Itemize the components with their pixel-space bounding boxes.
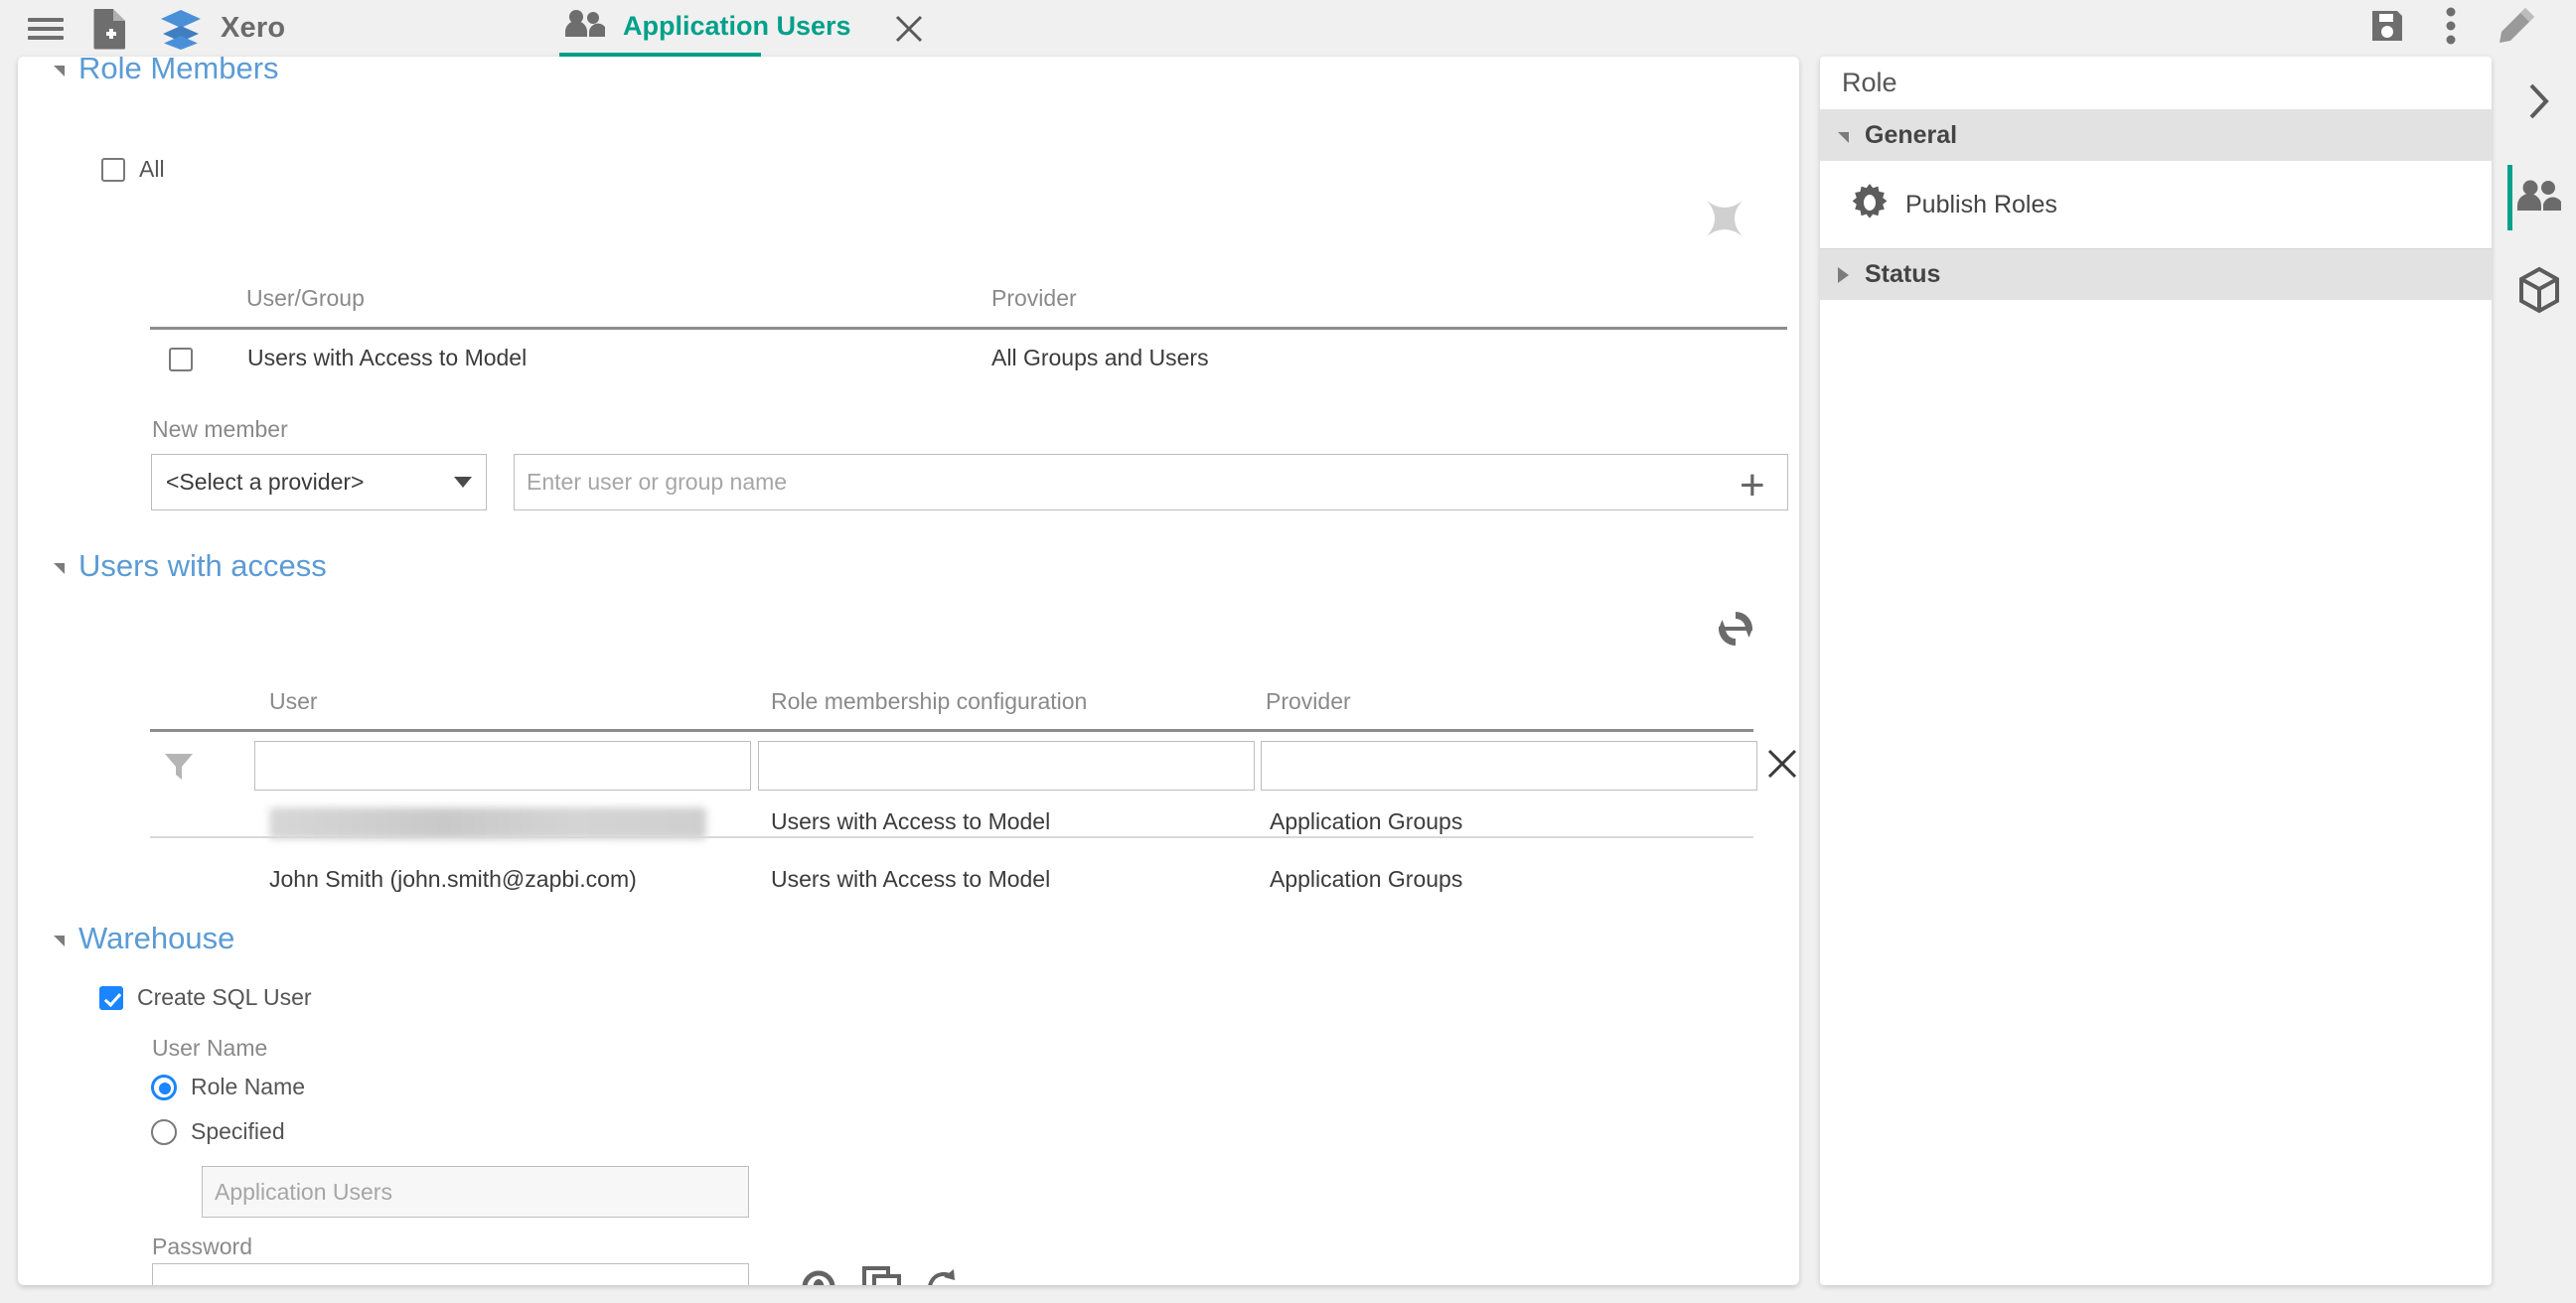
hamburger-menu-icon[interactable] [18,1,74,57]
row-provider: All Groups and Users [991,345,1209,371]
col-header-role-membership: Role membership configuration [771,688,1087,715]
all-checkbox[interactable] [101,158,125,182]
row-role-membership: Users with Access to Model [771,808,1050,835]
new-member-name-input[interactable] [514,454,1788,510]
gear-settings-icon [1850,183,1890,227]
provider-select-value: <Select a provider> [166,469,364,496]
more-vertical-icon[interactable] [2445,7,2457,50]
delete-x-icon[interactable] [1697,191,1752,251]
section-header-role-members[interactable]: Role Members [54,57,279,86]
group-label: Status [1865,260,1940,289]
row-provider: Application Groups [1270,808,1462,835]
row-user: John Smith (john.smith@zapbi.com) [269,866,637,893]
right-rail [2501,57,2576,1303]
col-header-provider: Provider [991,285,1077,312]
create-sql-user-label: Create SQL User [137,984,312,1011]
top-toolbar: Xero [0,0,2576,57]
filter-input-user[interactable] [254,741,751,791]
col-header-user: User [269,688,318,715]
eye-visibility-icon[interactable] [798,1270,839,1285]
properties-group-status[interactable]: Status [1820,248,2492,300]
sync-refresh-icon[interactable] [1714,607,1757,655]
rail-model-button[interactable] [2501,245,2576,340]
funnel-filter-icon[interactable] [162,750,196,789]
rail-users-button[interactable] [2501,151,2576,245]
col-header-provider: Provider [1266,688,1351,715]
group-label: General [1865,121,1957,150]
pencil-edit-icon[interactable] [2497,6,2536,51]
row-user-group: Users with Access to Model [247,345,527,371]
specified-radio[interactable] [151,1119,177,1145]
role-name-label: Role Name [191,1074,305,1100]
role-members-all-row[interactable]: All [101,156,165,183]
provider-select[interactable]: <Select a provider> [151,454,487,510]
row-divider [150,836,1753,838]
filter-input-provider[interactable] [1261,741,1757,791]
filter-row [150,736,1779,797]
role-name-radio[interactable] [151,1075,177,1100]
triangle-collapse-icon[interactable] [54,563,65,574]
create-sql-user-checkbox[interactable] [99,986,123,1010]
row-user-redacted [269,807,706,839]
specified-label: Specified [191,1118,285,1145]
triangle-collapse-icon[interactable] [54,66,65,76]
section-title: Role Members [78,57,279,86]
section-header-warehouse[interactable]: Warehouse [54,921,234,956]
save-floppy-icon[interactable] [2369,8,2405,49]
item-label: Publish Roles [1905,191,2057,219]
filter-input-role-membership[interactable] [758,741,1255,791]
layers-stack-icon [155,1,207,57]
triangle-collapsed-icon [1838,267,1849,283]
close-x-icon[interactable] [894,14,924,44]
triangle-collapse-icon[interactable] [54,936,65,946]
table-row[interactable]: Users with Access to Model Application G… [150,799,1753,857]
password-label: Password [152,1233,252,1260]
tab-label: Application Users [623,11,851,42]
row-checkbox[interactable] [169,348,193,371]
users-group-icon [2515,179,2563,217]
rail-expand-button[interactable] [2501,57,2576,151]
section-title: Users with access [78,548,327,584]
clear-x-icon[interactable] [1764,746,1799,787]
chevron-right-icon [2526,81,2552,126]
tab-application-users[interactable]: Application Users [559,0,761,57]
section-header-users-with-access[interactable]: Users with access [54,548,327,584]
properties-group-general[interactable]: General [1820,109,2492,161]
specified-user-name-input[interactable] [202,1166,749,1218]
cube-box-icon [2517,266,2561,319]
toolbar-actions [2369,0,2576,57]
new-member-label: New member [152,416,288,443]
row-provider: Application Groups [1270,866,1462,893]
table-row[interactable]: John Smith (john.smith@zapbi.com) Users … [150,857,1753,915]
all-label: All [139,156,165,183]
row-role-membership: Users with Access to Model [771,866,1050,893]
password-input[interactable] [152,1263,749,1285]
section-title: Warehouse [78,921,234,956]
properties-panel: Role General Publish Roles Status [1820,57,2492,1285]
triangle-expanded-icon [1838,132,1849,143]
user-name-label: User Name [152,1035,267,1062]
create-sql-user-row[interactable]: Create SQL User [99,984,312,1011]
new-document-icon[interactable] [83,1,135,57]
properties-panel-title: Role [1820,57,2492,109]
radio-role-name[interactable]: Role Name [151,1074,305,1100]
table-row[interactable]: Users with Access to Model All Groups an… [169,343,1788,390]
table-divider [150,327,1787,330]
refresh-regenerate-icon[interactable] [925,1268,965,1285]
col-header-user-group: User/Group [246,285,365,312]
plus-add-icon[interactable]: + [1740,464,1765,507]
users-group-icon [563,9,607,44]
properties-group-general-body: Publish Roles [1820,161,2492,248]
copy-clipboard-icon[interactable] [862,1266,902,1285]
properties-item-publish-roles[interactable]: Publish Roles [1820,161,2492,248]
chevron-down-icon [454,477,472,488]
main-content-panel: Role Members All User/Group Provider Use… [18,57,1799,1285]
brand-name: Xero [221,12,285,45]
radio-specified[interactable]: Specified [151,1118,285,1145]
table-divider [150,729,1753,732]
